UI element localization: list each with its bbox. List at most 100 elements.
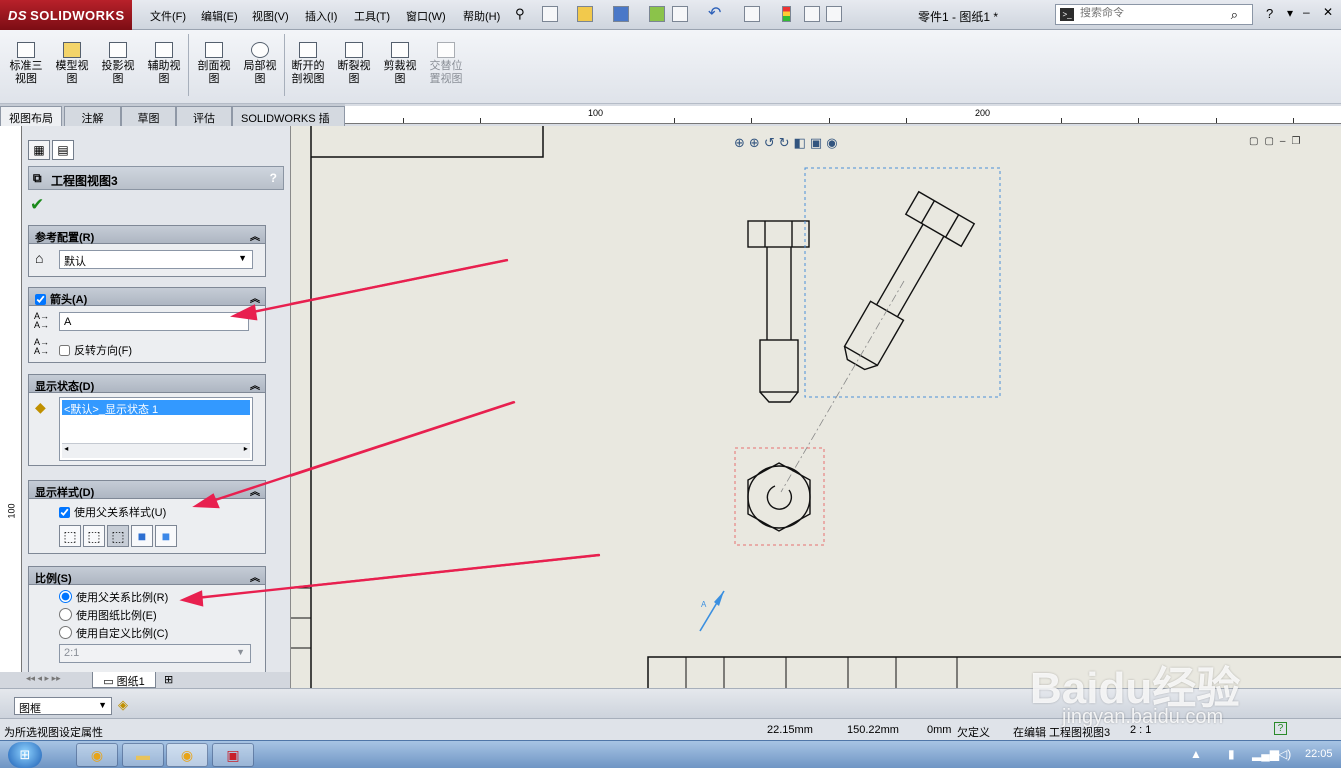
tab-evaluate[interactable]: 评估: [176, 106, 232, 126]
start-button-icon[interactable]: ⊞: [8, 742, 42, 768]
minimize-icon[interactable]: –: [1303, 5, 1310, 19]
arrow-label-field[interactable]: [59, 312, 249, 331]
search-icon[interactable]: ⌕: [1231, 7, 1238, 23]
chrome-taskbar-icon[interactable]: ◉: [76, 743, 118, 767]
menu-window[interactable]: 窗口(W): [406, 8, 446, 24]
scale-radio[interactable]: [59, 626, 72, 639]
drawing-area[interactable]: ⊕⊕↺↻◧▣◉ ▢▢–❐ A: [290, 126, 1341, 688]
crop-view-button[interactable]: 剪裁视 图: [378, 42, 422, 86]
search-input[interactable]: [1080, 7, 1230, 19]
traffic-light-icon[interactable]: [782, 6, 791, 22]
group-header[interactable]: 显示状态(D) ︽: [29, 375, 265, 393]
model-view-button[interactable]: 模型视 图: [50, 42, 94, 86]
collapse-icon[interactable]: ︽: [250, 377, 260, 392]
group-header[interactable]: 显示样式(D) ︽: [29, 481, 265, 499]
use-parent-style-checkbox[interactable]: 使用父关系样式(U): [59, 504, 166, 520]
vertical-ruler: 100: [0, 126, 22, 686]
cmd-label: 模型视 图: [55, 60, 89, 85]
display-state-selected-item[interactable]: <默认>_显示状态 1: [62, 400, 250, 416]
projected-view-button[interactable]: 投影视 图: [96, 42, 140, 86]
menu-help[interactable]: 帮助(H): [463, 8, 500, 24]
shaded-with-edges-icon[interactable]: ■: [131, 525, 153, 547]
arrow-checkbox[interactable]: [35, 294, 46, 305]
horizontal-ruler: 100 200: [345, 106, 1341, 124]
wireframe-icon[interactable]: ⬚: [59, 525, 81, 547]
sheet-nav-arrows-icon[interactable]: ◂◂ ◂ ▸ ▸▸: [26, 673, 61, 684]
help-icon[interactable]: ?: [1266, 6, 1273, 21]
tab-view-layout[interactable]: 视图布局: [0, 106, 62, 126]
scale-option-parent[interactable]: 使用父关系比例(R): [59, 589, 168, 605]
show-hidden-icons-icon[interactable]: ▲: [1190, 747, 1202, 761]
display-state-list[interactable]: <默认>_显示状态 1 ◂ ▸: [59, 397, 253, 461]
volume-icon[interactable]: ◁): [1278, 747, 1291, 761]
help-button[interactable]: ?: [270, 171, 277, 185]
new-document-icon[interactable]: [542, 6, 558, 22]
reverse-direction-input[interactable]: [59, 345, 70, 356]
scale-radio[interactable]: [59, 590, 72, 603]
solidworks-taskbar-icon[interactable]: ▣: [212, 743, 254, 767]
cmd-label: 标准三 视图: [9, 60, 43, 85]
menu-view[interactable]: 视图(V): [252, 8, 289, 24]
display-style-group: 显示样式(D) ︽ 使用父关系样式(U) ⬚ ⬚ ⬚ ■ ■: [28, 480, 266, 554]
undo-icon[interactable]: ↶: [708, 3, 724, 22]
chrome-window-taskbar-icon[interactable]: ◉: [166, 743, 208, 767]
rebuild-icon[interactable]: [649, 6, 665, 22]
tab-solidworks-addins[interactable]: SOLIDWORKS 插件: [232, 106, 345, 141]
open-folder-icon[interactable]: [577, 6, 593, 22]
alternate-position-view-button[interactable]: 交替位 置视图: [424, 42, 468, 86]
explorer-taskbar-icon[interactable]: ▬: [122, 743, 164, 767]
dropdown-icon[interactable]: ▾: [1287, 6, 1293, 20]
layer-properties-icon[interactable]: ◈: [118, 697, 128, 713]
tab-annotation[interactable]: 注解: [64, 106, 121, 126]
tab-sketch[interactable]: 草图: [121, 106, 176, 126]
horizontal-scrollbar[interactable]: ◂ ▸: [62, 443, 250, 458]
layer-select[interactable]: 图框 ▼: [14, 697, 112, 715]
broken-out-section-button[interactable]: 断开的 剖视图: [286, 42, 330, 86]
feature-tree-tab-icon[interactable]: ▦: [28, 140, 50, 160]
close-icon[interactable]: ✕: [1323, 5, 1333, 19]
property-manager-tab-icon[interactable]: ▤: [52, 140, 74, 160]
collapse-icon[interactable]: ︽: [250, 569, 260, 584]
scale-group: 比例(S) ︽ 使用父关系比例(R) 使用图纸比例(E) 使用自定义比例(C) 2…: [28, 566, 266, 678]
manager-tabs: ▦ ▤: [28, 140, 76, 162]
scale-option-sheet[interactable]: 使用图纸比例(E): [59, 607, 157, 623]
ok-checkmark-icon[interactable]: ✔: [30, 195, 44, 215]
network-icon[interactable]: ▂▄▆: [1252, 747, 1279, 761]
group-header[interactable]: 参考配置(R) ︽: [29, 226, 265, 244]
use-parent-style-input[interactable]: [59, 507, 70, 518]
reverse-direction-checkbox[interactable]: 反转方向(F): [59, 342, 132, 358]
collapse-icon[interactable]: ︽: [250, 228, 260, 243]
reference-config-select[interactable]: 默认 ▼: [59, 250, 253, 269]
pin-icon[interactable]: ⚲: [515, 6, 525, 22]
save-icon[interactable]: [613, 6, 629, 22]
file-properties-icon[interactable]: [804, 6, 820, 22]
standard-3-view-button[interactable]: 标准三 视图: [4, 42, 48, 86]
section-view-button[interactable]: 剖面视 图: [192, 42, 236, 86]
command-search[interactable]: >_ ⌕: [1055, 4, 1253, 25]
menu-edit[interactable]: 编辑(E): [201, 8, 238, 24]
options-icon[interactable]: [826, 6, 842, 22]
group-header[interactable]: 箭头(A) ︽: [29, 288, 265, 306]
hidden-lines-visible-icon[interactable]: ⬚: [83, 525, 105, 547]
battery-icon[interactable]: ▮: [1228, 747, 1235, 761]
menu-tools[interactable]: 工具(T): [354, 8, 390, 24]
hidden-lines-removed-icon[interactable]: ⬚: [107, 525, 129, 547]
auxiliary-view-button[interactable]: 辅助视 图: [142, 42, 186, 86]
break-view-button[interactable]: 断裂视 图: [332, 42, 376, 86]
menu-insert[interactable]: 插入(I): [305, 8, 337, 24]
detail-view-button[interactable]: 局部视 图: [238, 42, 282, 86]
scale-option-custom[interactable]: 使用自定义比例(C): [59, 625, 168, 641]
add-sheet-icon[interactable]: ⊞: [164, 673, 173, 686]
print-icon[interactable]: [672, 6, 688, 22]
sheet-tab-sheet1[interactable]: ▭ 图纸1: [92, 672, 156, 688]
custom-scale-select[interactable]: 2:1 ▼: [59, 644, 251, 663]
collapse-icon[interactable]: ︽: [250, 483, 260, 498]
status-help-icon[interactable]: ?: [1274, 722, 1287, 735]
menu-file[interactable]: 文件(F): [150, 8, 186, 24]
select-cursor-icon[interactable]: [744, 6, 760, 22]
collapse-icon[interactable]: ︽: [250, 290, 260, 305]
group-header[interactable]: 比例(S) ︽: [29, 567, 265, 585]
scale-radio[interactable]: [59, 608, 72, 621]
shaded-icon[interactable]: ■: [155, 525, 177, 547]
solidworks-logo[interactable]: DS SOLIDWORKS: [0, 0, 132, 30]
